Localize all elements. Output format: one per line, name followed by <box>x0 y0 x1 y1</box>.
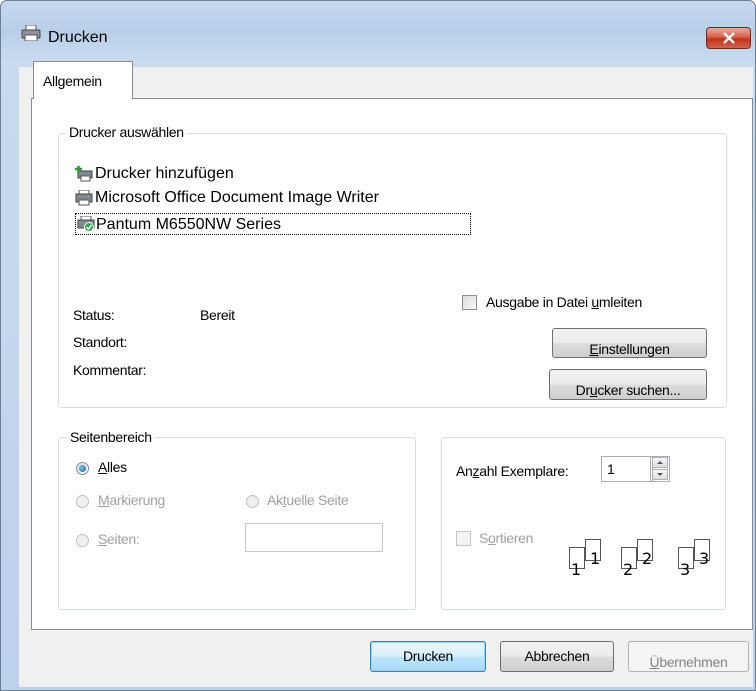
collate-checkbox[interactable] <box>456 531 471 546</box>
radio-current-page[interactable] <box>246 495 259 508</box>
collate-label[interactable]: Sortieren <box>479 530 533 546</box>
arrow-down-icon <box>657 473 663 476</box>
add-printer-icon <box>75 166 93 182</box>
radio-all[interactable] <box>76 462 89 475</box>
comment-label: Kommentar: <box>73 362 147 378</box>
printer-icon <box>21 25 41 41</box>
title-bar[interactable]: Drucken <box>1 1 755 49</box>
status-value: Bereit <box>200 307 235 323</box>
printer-name: Drucker hinzufügen <box>95 165 234 182</box>
cancel-button[interactable]: Abbrechen <box>500 641 614 672</box>
copies-input[interactable]: 1 <box>601 456 653 482</box>
radio-pages-label[interactable]: Seiten: <box>98 531 140 547</box>
find-printer-button[interactable]: Drucker suchen... <box>549 369 707 400</box>
page-number: 2 <box>623 560 634 579</box>
copies-spinner[interactable] <box>650 456 670 482</box>
radio-selection[interactable] <box>76 495 89 508</box>
copies-label: Anzahl Exemplare: <box>456 463 569 479</box>
printer-name: Microsoft Office Document Image Writer <box>95 189 379 206</box>
print-to-file-checkbox[interactable] <box>462 295 477 310</box>
radio-current-page-label[interactable]: Aktuelle Seite <box>267 492 349 508</box>
tab-allgemein[interactable]: Allgemein <box>33 61 133 99</box>
page-number: 3 <box>680 560 691 579</box>
print-to-file-label[interactable]: Ausgabe in Datei umleiten <box>486 294 642 310</box>
spin-down-button[interactable] <box>652 469 668 480</box>
radio-pages[interactable] <box>76 534 89 547</box>
printer-select-group-label: Drucker auswählen <box>66 124 187 140</box>
printer-name: Pantum M6550NW Series <box>96 216 281 233</box>
settings-button[interactable]: Einstellungen <box>552 328 707 358</box>
print-dialog-window: Drucken Allgemein Drucker auswählen Druc… <box>0 0 756 691</box>
page-number: 1 <box>590 549 601 568</box>
printer-item-pantum[interactable]: Pantum M6550NW Series <box>75 213 471 235</box>
print-button[interactable]: Drucken <box>370 641 486 672</box>
spin-up-button[interactable] <box>652 457 668 468</box>
arrow-up-icon <box>657 461 663 464</box>
page-number: 1 <box>571 560 582 579</box>
pages-input[interactable] <box>245 523 383 552</box>
page-range-group-label: Seitenbereich <box>67 429 155 445</box>
collate-illustration: 1 1 2 2 3 3 <box>567 537 717 587</box>
radio-selection-label[interactable]: Markierung <box>98 492 165 508</box>
printer-item-office-image-writer[interactable]: Microsoft Office Document Image Writer <box>75 188 475 208</box>
tab-label: Allgemein <box>43 73 102 89</box>
default-printer-icon <box>77 216 95 232</box>
close-button[interactable] <box>706 27 751 49</box>
page-number: 3 <box>699 549 710 568</box>
status-label: Status: <box>73 307 115 323</box>
close-icon <box>723 32 735 44</box>
copies-value: 1 <box>607 461 615 477</box>
location-label: Standort: <box>73 334 128 350</box>
page-number: 2 <box>642 549 653 568</box>
apply-button[interactable]: Übernehmen <box>628 641 749 672</box>
printer-item-add[interactable]: Drucker hinzufügen <box>75 164 275 184</box>
window-title: Drucken <box>48 29 108 46</box>
printer-icon <box>75 190 93 206</box>
radio-all-label[interactable]: Alles <box>98 459 127 475</box>
